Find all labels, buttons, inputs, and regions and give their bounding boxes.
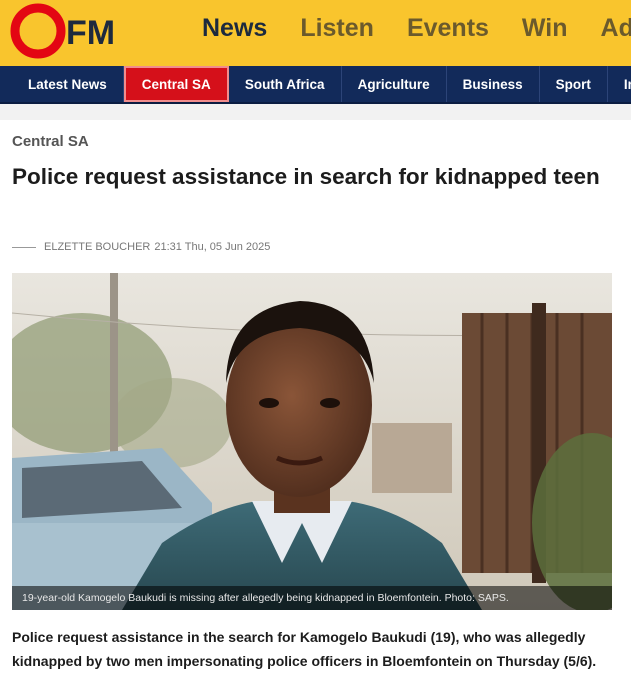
publish-datetime: 21:31 Thu, 05 Jun 2025 [154,241,271,253]
author-name[interactable]: ELZETTE BOUCHER [44,241,150,253]
nav-listen[interactable]: Listen [300,14,374,42]
cat-sport[interactable]: Sport [540,66,608,102]
main-nav: News Listen Events Win Adve [202,14,631,42]
cat-south-africa[interactable]: South Africa [229,66,342,102]
nav-win[interactable]: Win [522,14,568,42]
cat-latest-news[interactable]: Latest News [12,66,124,102]
article: Central SA Police request assistance in … [0,120,631,700]
category-nav: Latest News Central SA South Africa Agri… [0,66,631,104]
cat-international[interactable]: Interna [608,66,631,102]
byline-rule [12,246,36,248]
article-photo: 19-year-old Kamogelo Baukudi is missing … [12,273,612,610]
cat-business[interactable]: Business [447,66,540,102]
photo-illustration [12,273,612,610]
ofm-logo[interactable]: FM [10,3,150,59]
byline: ELZETTE BOUCHER 21:31 Thu, 05 Jun 2025 [12,241,270,253]
article-category[interactable]: Central SA [12,133,89,150]
site-header: FM News Listen Events Win Adve [0,0,631,66]
nav-events[interactable]: Events [407,14,489,42]
article-lead: Police request assistance in the search … [12,629,597,669]
nav-advertise[interactable]: Adve [601,14,631,42]
svg-text:FM: FM [66,14,115,52]
cat-agriculture[interactable]: Agriculture [342,66,447,102]
cat-central-sa[interactable]: Central SA [123,66,229,102]
photo-caption: 19-year-old Kamogelo Baukudi is missing … [12,586,612,610]
article-title: Police request assistance in search for … [12,164,600,189]
nav-news[interactable]: News [202,14,267,42]
